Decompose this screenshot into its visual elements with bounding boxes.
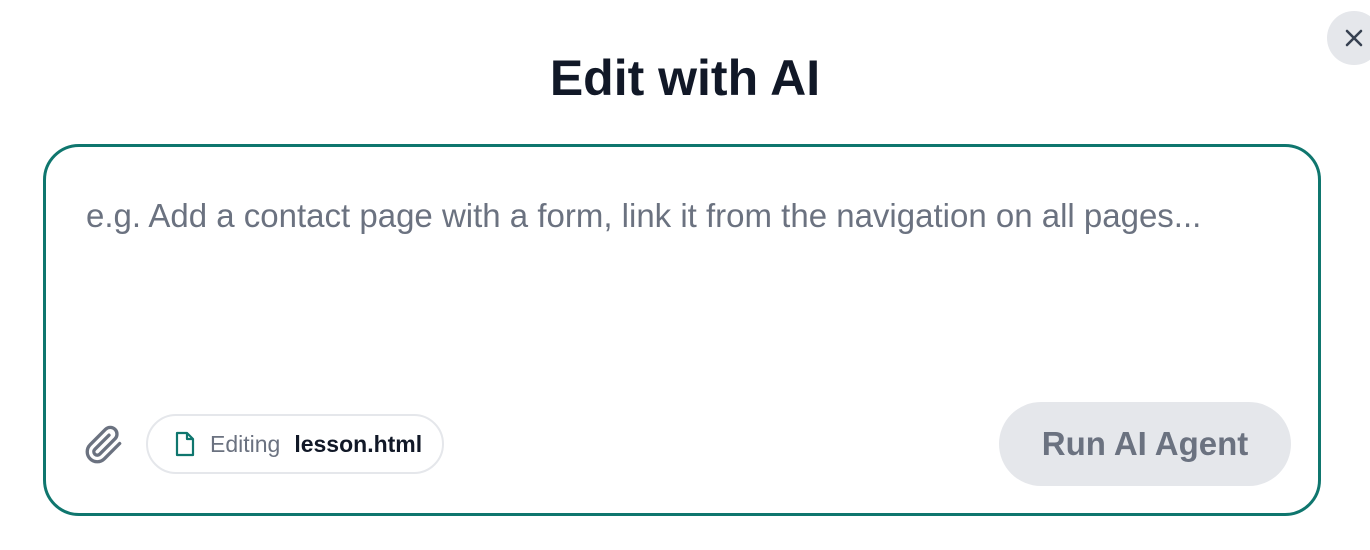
edit-with-ai-dialog: Edit with AI Editing lesson.html Run AI … <box>0 0 1370 550</box>
dialog-title: Edit with AI <box>549 50 821 106</box>
file-chip-label: Editing <box>210 430 281 457</box>
run-ai-agent-button[interactable]: Run AI Agent <box>999 402 1291 486</box>
close-icon <box>1345 29 1363 47</box>
file-chip-filename: lesson.html <box>294 430 423 457</box>
prompt-input[interactable] <box>86 187 1226 367</box>
editing-file-chip[interactable]: Editing lesson.html <box>146 414 445 474</box>
attach-button[interactable] <box>84 425 124 465</box>
paperclip-icon <box>85 425 122 464</box>
prompt-editor: Editing lesson.html Run AI Agent <box>43 144 1321 516</box>
file-icon <box>175 431 195 457</box>
